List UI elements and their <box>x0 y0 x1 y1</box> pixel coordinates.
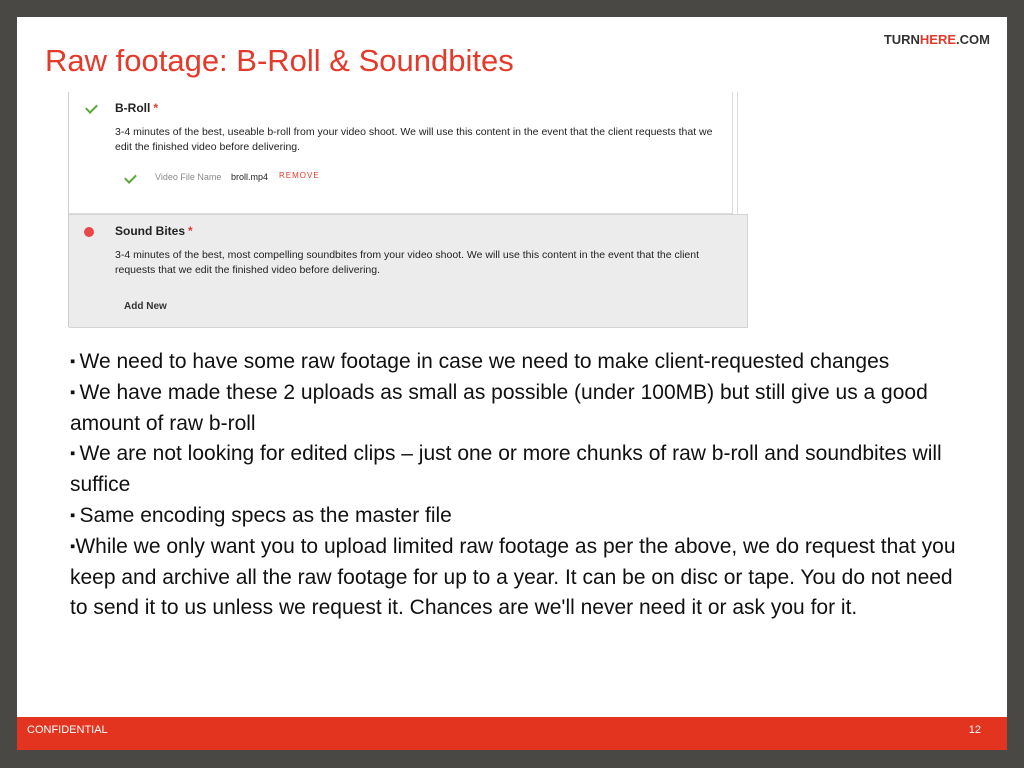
video-file-name-value: broll.mp4 <box>231 172 269 182</box>
brand-suffix: .COM <box>956 32 990 47</box>
bullet-item: ▪ We are not looking for edited clips – … <box>70 439 970 501</box>
bullet-list: ▪ We need to have some raw footage in ca… <box>70 347 970 624</box>
add-new-button[interactable]: Add New <box>124 301 167 312</box>
footer-bar: CONFIDENTIAL 12 <box>17 717 1007 750</box>
brand-logo: TURNHERE.COM <box>884 32 990 47</box>
soundbites-title-text: Sound Bites <box>115 224 186 238</box>
bullet-text: While we only want you to upload limited… <box>70 534 956 620</box>
bullet-item: ▪ Same encoding specs as the master file <box>70 501 970 532</box>
soundbites-title: Sound Bites * <box>115 224 193 238</box>
bullet-item: ▪ We need to have some raw footage in ca… <box>70 347 970 378</box>
broll-description: 3-4 minutes of the best, useable b-roll … <box>115 126 713 153</box>
bullet-item: ▪While we only want you to upload limite… <box>70 532 970 624</box>
bullet-text: We need to have some raw footage in case… <box>79 350 890 373</box>
file-check-icon <box>124 171 137 184</box>
bullet-item: ▪ We have made these 2 uploads as small … <box>70 378 970 440</box>
bullet-text: We are not looking for edited clips – ju… <box>70 442 942 497</box>
broll-title: B-Roll * <box>115 101 158 115</box>
remove-link[interactable]: REMOVE <box>279 171 320 180</box>
confidential-label: CONFIDENTIAL <box>27 724 108 736</box>
soundbites-section: Sound Bites * 3-4 minutes of the best, mo… <box>69 214 748 328</box>
bullet-text: We have made these 2 uploads as small as… <box>70 380 928 435</box>
brand-prefix: TURN <box>883 32 920 47</box>
bullet-marker: ▪ <box>70 383 80 401</box>
page-number: 12 <box>968 724 981 736</box>
soundbites-description: 3-4 minutes of the best, most compelling… <box>115 249 700 276</box>
slide: Raw footage: B-Roll & Soundbites TURNHER… <box>17 17 1007 750</box>
bullet-marker: ▪ <box>70 445 80 463</box>
bullet-marker: ▪ <box>70 506 80 524</box>
brand-highlight: HERE <box>919 32 957 47</box>
broll-title-text: B-Roll <box>115 101 151 115</box>
bullet-text: Same encoding specs as the master file <box>79 503 452 527</box>
required-mark: * <box>188 224 193 238</box>
video-file-name-label: Video File Name <box>155 172 222 182</box>
required-mark: * <box>153 101 158 115</box>
upload-form-screenshot: B-Roll * 3-4 minutes of the best, useable… <box>68 92 749 328</box>
check-icon <box>85 101 98 114</box>
slide-title: Raw footage: B-Roll & Soundbites <box>45 43 514 78</box>
status-dot-icon <box>84 227 94 237</box>
broll-section: B-Roll * 3-4 minutes of the best, useable… <box>69 92 738 214</box>
bullet-marker: ▪ <box>70 353 80 370</box>
